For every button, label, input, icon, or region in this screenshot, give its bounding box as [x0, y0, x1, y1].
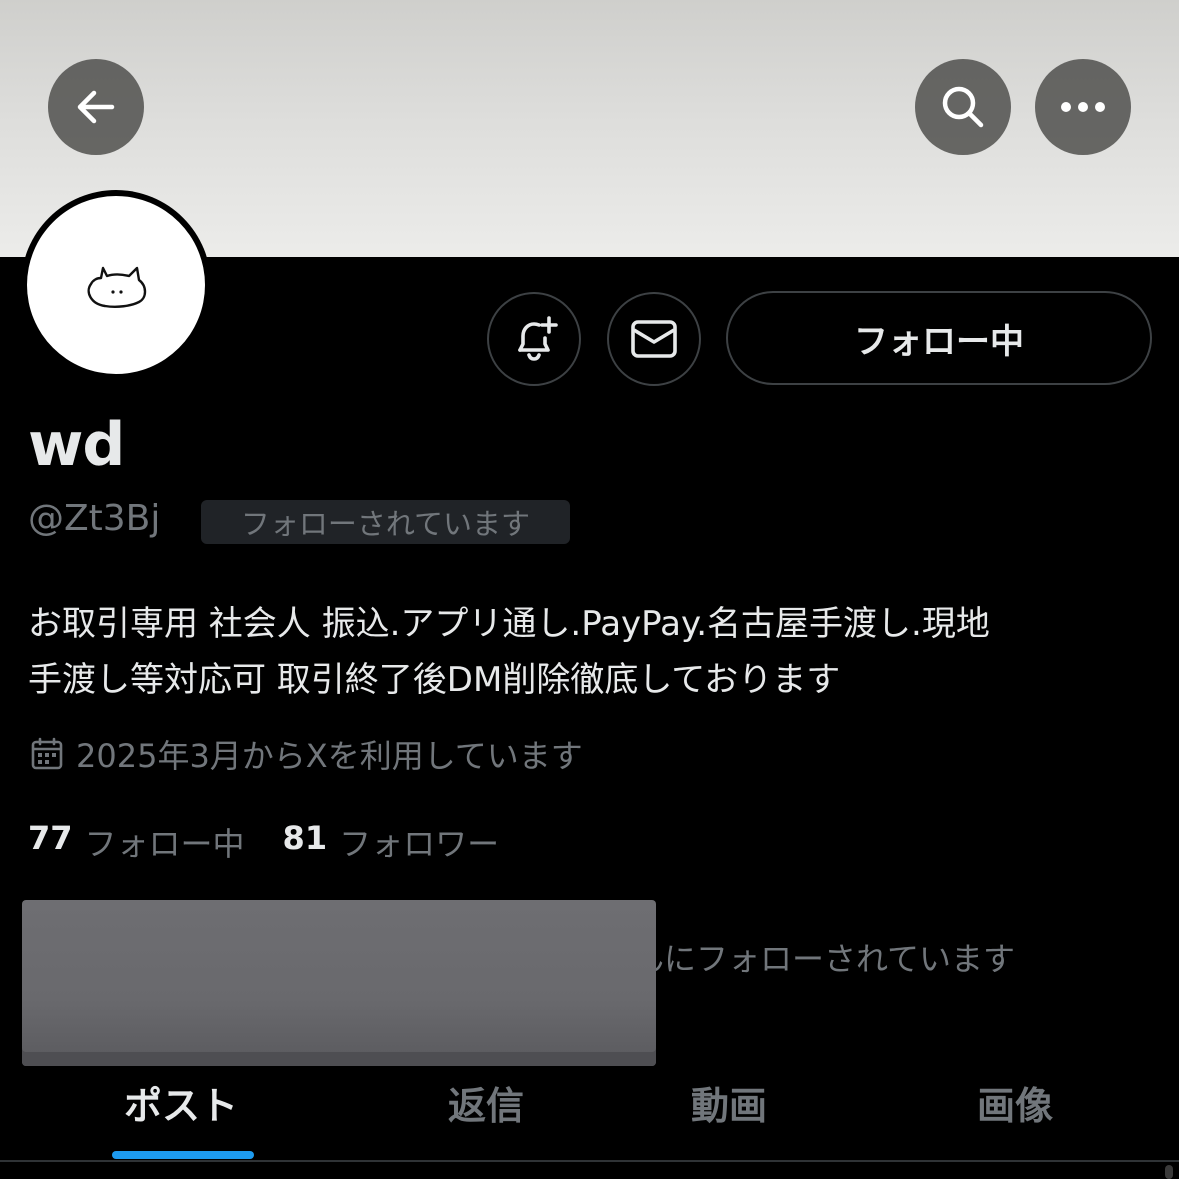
- bell-plus-icon: [518, 316, 558, 361]
- avatar[interactable]: [21, 190, 211, 380]
- following-count: 77: [28, 819, 73, 857]
- follow-stats: 77 フォロー中 81 フォロワー: [28, 819, 500, 865]
- notify-button[interactable]: [487, 292, 581, 386]
- followers-label: フォロワー: [339, 825, 500, 863]
- followed-by-text[interactable]: んにフォローされています: [632, 934, 1015, 978]
- tab-posts[interactable]: ポスト: [124, 1072, 238, 1132]
- cat-doodle-icon: [87, 266, 147, 308]
- tab-replies[interactable]: 返信: [448, 1072, 524, 1132]
- active-tab-indicator: [112, 1151, 254, 1159]
- tab-media[interactable]: 画像: [977, 1072, 1053, 1132]
- profile-tabs: ポスト 返信 動画 画像: [0, 1062, 1179, 1160]
- tab-videos[interactable]: 動画: [691, 1072, 767, 1132]
- search-button[interactable]: [915, 59, 1011, 155]
- search-icon: [942, 86, 984, 128]
- follows-you-badge: フォローされています: [201, 500, 570, 544]
- scrollbar[interactable]: [1165, 1165, 1173, 1179]
- following-link[interactable]: 77 フォロー中: [28, 819, 245, 865]
- followers-count: 81: [282, 819, 328, 857]
- more-button[interactable]: [1035, 59, 1131, 155]
- bio-line: お取引専用 社会人 振込.アプリ通し.PayPay.名古屋手渡し.現地: [28, 604, 990, 644]
- bio: お取引専用 社会人 振込.アプリ通し.PayPay.名古屋手渡し.現地 手渡し等…: [28, 596, 1153, 708]
- profile-page: フォロー中 wd @Zt3Bj フォローされています お取引専用 社会人 振込.…: [0, 0, 1179, 1179]
- back-button[interactable]: [48, 59, 144, 155]
- tabs-divider: [0, 1160, 1179, 1162]
- username: @Zt3Bj: [28, 498, 161, 539]
- bio-line: 手渡し等対応可 取引終了後DM削除徹底しております: [28, 660, 841, 700]
- following-button[interactable]: フォロー中: [726, 291, 1152, 385]
- arrow-left-icon: [77, 90, 115, 124]
- calendar-icon: [31, 737, 63, 770]
- joined-date: 2025年3月からXを利用しています: [30, 732, 583, 776]
- redaction-box: [22, 900, 656, 1066]
- following-label: フォロー中: [84, 825, 245, 863]
- more-horizontal-icon: [1061, 102, 1105, 112]
- display-name: wd: [28, 410, 125, 480]
- joined-text: 2025年3月からXを利用しています: [76, 737, 583, 775]
- avatar-image: [27, 196, 205, 374]
- mail-icon: [631, 320, 677, 358]
- message-button[interactable]: [607, 292, 701, 386]
- followers-link[interactable]: 81 フォロワー: [283, 819, 500, 865]
